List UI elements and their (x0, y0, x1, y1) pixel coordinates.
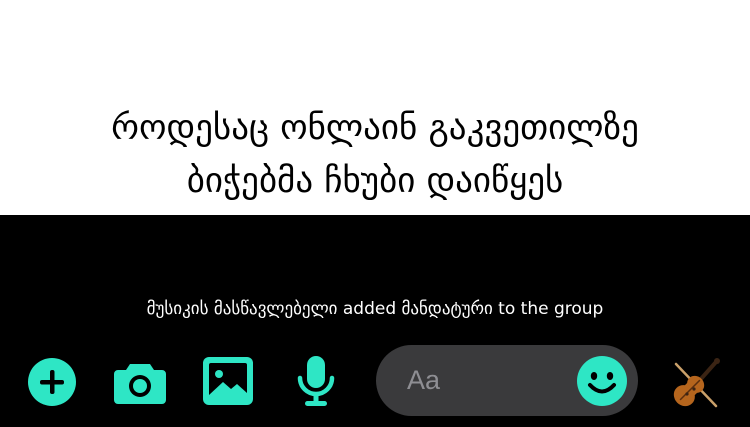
plus-icon[interactable] (28, 358, 76, 406)
microphone-icon[interactable] (296, 356, 336, 408)
caption-line-1: როდესაც ონლაინ გაკვეთილზე (111, 108, 639, 148)
message-input[interactable]: Aa (376, 345, 638, 416)
image-icon[interactable] (203, 357, 253, 405)
caption-line-2: ბიჭებმა ჩხუბი დაიწყეს (186, 161, 564, 201)
camera-icon[interactable] (114, 360, 166, 404)
violin-icon[interactable] (668, 356, 724, 412)
message-input-placeholder: Aa (407, 365, 441, 395)
chat-screen: მუსიკის მასწავლებელი added მანდატური to … (0, 215, 750, 427)
group-system-message: მუსიკის მასწავლებელი added მანდატური to … (146, 299, 604, 319)
emoji-icon[interactable] (577, 356, 627, 406)
meme-caption: როდესაც ონლაინ გაკვეთილზე ბიჭებმა ჩხუბი … (0, 0, 750, 215)
